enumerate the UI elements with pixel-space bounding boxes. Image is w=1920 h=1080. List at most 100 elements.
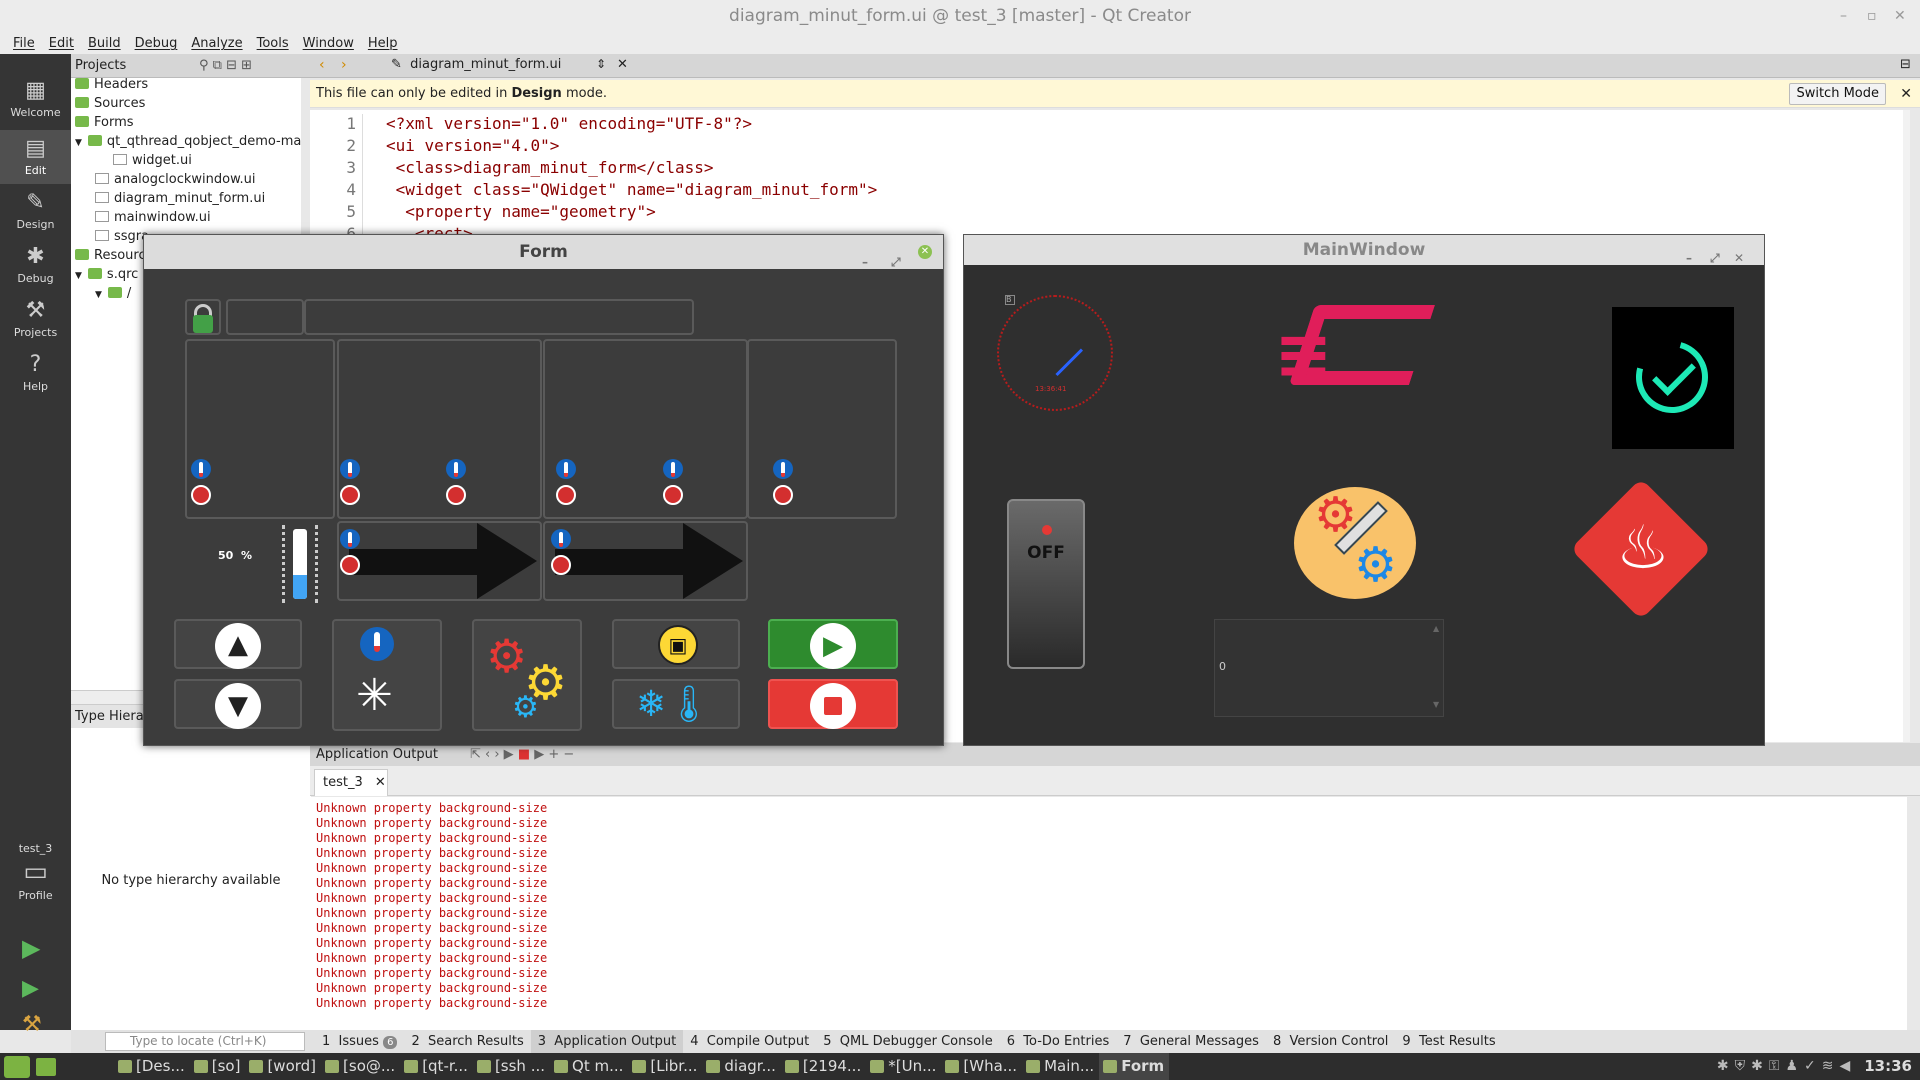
chevron-updown-icon[interactable]: ⇕ xyxy=(596,57,606,71)
close-file-icon[interactable]: ✕ xyxy=(617,57,628,72)
cooling-button[interactable]: ❄🌡 xyxy=(612,679,740,729)
menu-tools[interactable]: Tools xyxy=(250,33,296,54)
show-desktop-icon[interactable] xyxy=(36,1057,56,1076)
tree-item[interactable]: Sources xyxy=(75,94,145,113)
taskbar-item[interactable]: [word] xyxy=(245,1053,321,1080)
menu-window[interactable]: Window xyxy=(296,33,361,54)
settings-gears-button[interactable]: ⚙ ⚙ ⚙ xyxy=(472,619,582,731)
expand-icon[interactable]: ▼ xyxy=(95,290,102,300)
menu-edit[interactable]: Edit xyxy=(42,33,81,54)
close-icon[interactable]: ✕ xyxy=(918,245,932,259)
tree-item[interactable]: ▼ s.qrc xyxy=(75,265,138,284)
menu-file[interactable]: File xyxy=(6,33,42,54)
taskbar-item[interactable]: [2194... xyxy=(781,1053,866,1080)
zone-panel[interactable] xyxy=(747,339,897,519)
taskbar-item[interactable]: [qt-r... xyxy=(400,1053,473,1080)
file-selector[interactable]: ✎ diagram_minut_form.ui xyxy=(391,57,561,72)
switch-mode-button[interactable]: Switch Mode xyxy=(1789,83,1886,105)
tree-item[interactable]: Resource xyxy=(75,246,154,265)
maximize-icon[interactable]: ▫ xyxy=(1867,0,1877,33)
pane-todo[interactable]: 6 To-Do Entries xyxy=(1000,1030,1117,1053)
minimize-icon[interactable]: – xyxy=(1840,0,1847,33)
stop-button[interactable] xyxy=(768,679,898,729)
taskbar-item[interactable]: [Wha... xyxy=(941,1053,1022,1080)
tree-item[interactable]: diagram_minut_form.ui xyxy=(95,189,265,208)
minimize-icon[interactable]: – xyxy=(862,245,868,279)
pane-general-messages[interactable]: 7 General Messages xyxy=(1116,1030,1266,1053)
main-title-bar[interactable]: MainWindow – ⤢ ✕ xyxy=(964,235,1764,265)
editor-scrollbar[interactable] xyxy=(1903,110,1910,742)
close-icon[interactable]: ✕ xyxy=(1734,243,1744,273)
clock[interactable]: 13:36 xyxy=(1856,1053,1920,1080)
maximize-icon[interactable]: ⤢ xyxy=(1710,243,1720,273)
kit-selector[interactable]: test_3 ▭ Profile xyxy=(0,842,71,902)
start-menu-icon[interactable] xyxy=(4,1055,30,1078)
taskbar-item[interactable]: Main... xyxy=(1022,1053,1099,1080)
pane-compile-output[interactable]: 4 Compile Output xyxy=(683,1030,816,1053)
build-hammer-icon[interactable]: ⚒ xyxy=(22,1012,42,1037)
down-button[interactable]: ▼ xyxy=(174,679,302,729)
run-icon[interactable]: ▶ xyxy=(22,934,40,962)
menu-analyze[interactable]: Analyze xyxy=(184,33,249,54)
tree-item[interactable]: ▼ qt_qthread_qobject_demo-maste xyxy=(75,132,301,151)
locator-input[interactable]: Type to locate (Ctrl+K) xyxy=(105,1032,305,1051)
menu-help[interactable]: Help xyxy=(361,33,405,54)
debug-run-icon[interactable]: ▶ xyxy=(22,976,39,1001)
form-title-bar[interactable]: Form – ⤢ ✕ xyxy=(144,235,943,269)
mode-help[interactable]: ? Help xyxy=(0,346,71,400)
up-button[interactable]: ▲ xyxy=(174,619,302,669)
tree-item[interactable]: widget.ui xyxy=(113,151,192,170)
forward-icon[interactable]: › xyxy=(341,57,347,73)
tree-item[interactable]: ssgra xyxy=(95,227,149,246)
tab-test-3[interactable]: test_3 ✕ xyxy=(314,769,388,796)
save-button[interactable]: ▣ xyxy=(612,619,740,669)
tray-icons[interactable]: ✱⛨✱⚿♟✓≋◀ xyxy=(1717,1053,1856,1080)
close-tab-icon[interactable]: ✕ xyxy=(375,775,386,790)
taskbar-item[interactable]: Form xyxy=(1099,1053,1170,1080)
spin-box[interactable]: 0 ▲ ▼ xyxy=(1214,619,1444,717)
tree-item[interactable]: Forms xyxy=(75,113,134,132)
taskbar-item[interactable]: Qt m... xyxy=(550,1053,628,1080)
pane-search-results[interactable]: 2 Search Results xyxy=(404,1030,530,1053)
mode-projects[interactable]: ⚒ Projects xyxy=(0,292,71,346)
expand-icon[interactable]: ▼ xyxy=(75,138,82,148)
tree-item[interactable]: analogclockwindow.ui xyxy=(95,170,256,189)
pane-version-control[interactable]: 8 Version Control xyxy=(1266,1030,1395,1053)
taskbar-item[interactable]: diagr... xyxy=(702,1053,781,1080)
spin-down-icon[interactable]: ▼ xyxy=(1433,700,1439,709)
tree-item[interactable]: ▼ / xyxy=(95,284,131,303)
projects-header[interactable]: Projects ⚲ ⧉ ⊟ ⊞ xyxy=(71,54,303,78)
conveyor-panel[interactable] xyxy=(543,521,748,601)
lock-icon[interactable] xyxy=(185,299,221,335)
taskbar-item[interactable]: [Libr... xyxy=(628,1053,702,1080)
conveyor-panel[interactable] xyxy=(337,521,542,601)
pane-application-output[interactable]: 3 Application Output xyxy=(530,1030,684,1053)
maximize-icon[interactable]: ⤢ xyxy=(891,245,901,279)
power-switch[interactable]: OFF xyxy=(1007,499,1085,669)
tree-item[interactable]: mainwindow.ui xyxy=(95,208,211,227)
mode-welcome[interactable]: ▦ Welcome xyxy=(0,72,71,126)
taskbar-item[interactable]: *[Un... xyxy=(866,1053,941,1080)
menu-build[interactable]: Build xyxy=(81,33,128,54)
start-button[interactable]: ▶ xyxy=(768,619,898,669)
expand-icon[interactable]: ▼ xyxy=(75,271,82,281)
pane-qml-debugger[interactable]: 5 QML Debugger Console xyxy=(816,1030,999,1053)
taskbar-item[interactable]: [so@... xyxy=(321,1053,400,1080)
output-log[interactable]: Unknown property background-size Unknown… xyxy=(310,797,1907,1030)
taskbar-item[interactable]: [ssh ... xyxy=(473,1053,550,1080)
mode-edit[interactable]: ▤ Edit xyxy=(0,130,71,184)
output-toolbar-icons[interactable]: ⇱ ‹ › ▶ ■ ▶ + − xyxy=(470,743,574,766)
filter-icon[interactable]: ⚲ ⧉ ⊟ ⊞ xyxy=(199,54,252,78)
pane-issues[interactable]: 1 Issues 6 xyxy=(315,1030,404,1053)
zone-panel[interactable] xyxy=(337,339,542,519)
temperature-loading-button[interactable]: ✳ xyxy=(332,619,442,731)
back-icon[interactable]: ‹ xyxy=(319,57,325,73)
tree-item[interactable]: Headers xyxy=(75,78,148,94)
close-icon[interactable]: ✕ xyxy=(1894,0,1906,33)
spin-up-icon[interactable]: ▲ xyxy=(1433,624,1439,633)
mode-design[interactable]: ✎ Design xyxy=(0,184,71,238)
menu-debug[interactable]: Debug xyxy=(128,33,185,54)
minimize-icon[interactable]: – xyxy=(1686,243,1692,273)
pane-test-results[interactable]: 9 Test Results xyxy=(1395,1030,1502,1053)
split-icon[interactable]: ⊟ xyxy=(1900,57,1911,72)
